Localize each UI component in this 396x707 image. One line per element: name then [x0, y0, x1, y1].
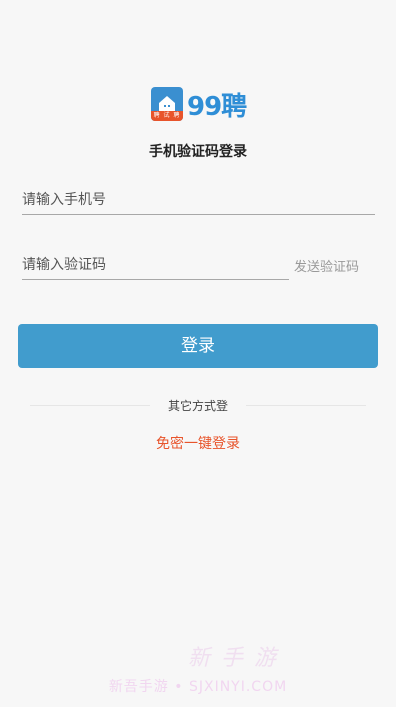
passwordless-login-link[interactable]: 免密一键登录 — [0, 433, 396, 453]
code-input-underline — [22, 279, 289, 280]
verification-code-input[interactable] — [22, 248, 288, 282]
divider-right — [246, 405, 366, 406]
watermark-text: 新吾手游 • SJXINYI.COM — [108, 679, 288, 695]
watermark-logo: 新 手 游 — [188, 646, 278, 671]
logo-text: 99聘 — [187, 91, 247, 122]
phone-input-underline — [22, 214, 375, 215]
house-logo-icon: 聘 试 聘 — [151, 87, 183, 121]
phone-input[interactable] — [22, 183, 374, 217]
logo-ribbon: 聘 试 聘 — [151, 111, 183, 121]
page-title: 手机验证码登录 — [149, 144, 247, 160]
login-button[interactable]: 登录 — [18, 324, 378, 368]
send-code-button[interactable]: 发送验证码 — [294, 256, 359, 275]
app-logo: 聘 试 聘 99聘 — [151, 85, 247, 123]
